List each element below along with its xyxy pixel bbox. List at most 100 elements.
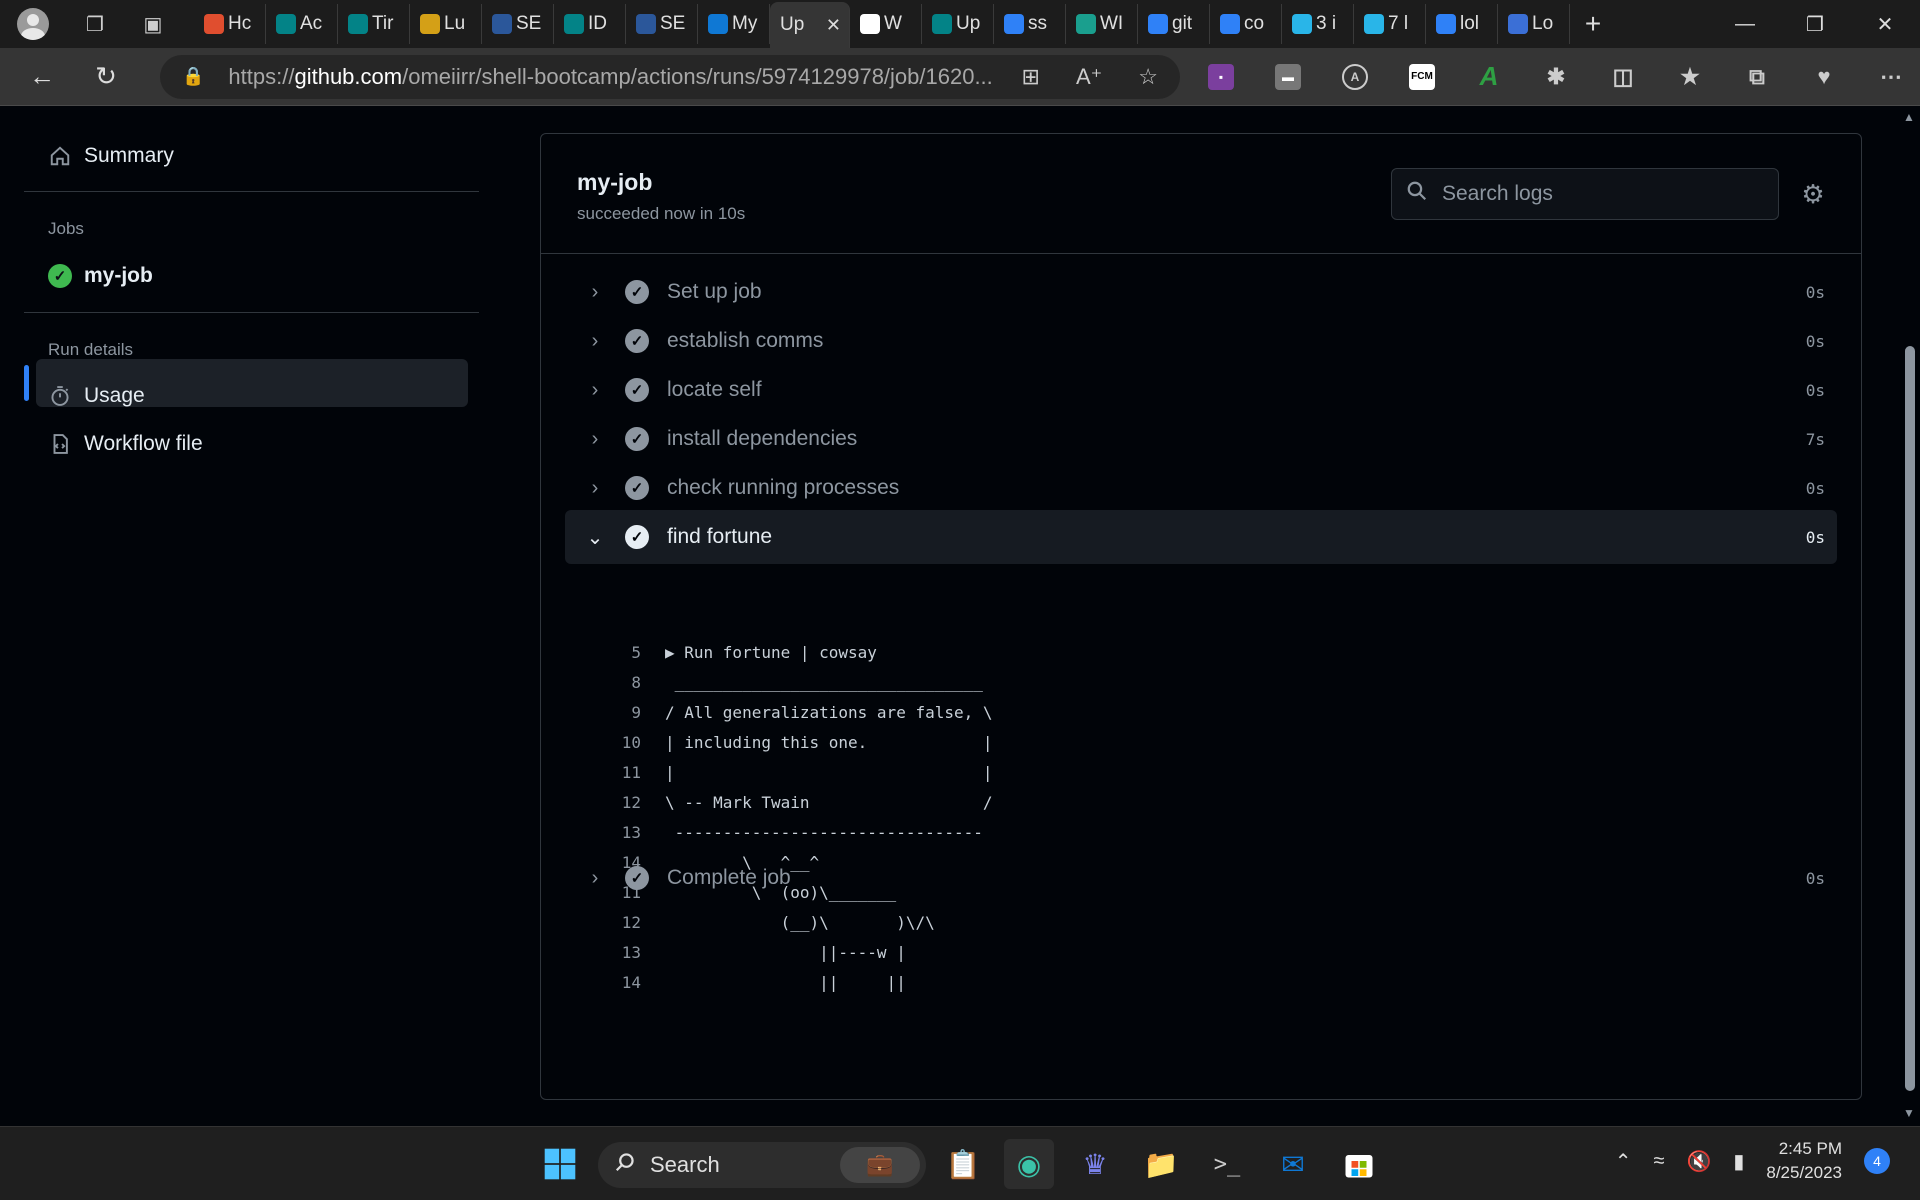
log-line-number[interactable]: 12 bbox=[601, 913, 641, 932]
browser-tab[interactable]: Up ✕ bbox=[770, 2, 850, 48]
chevron-right-icon[interactable]: › bbox=[583, 330, 607, 353]
battery-icon[interactable]: ▮ bbox=[1733, 1149, 1744, 1174]
sidebar-job-item[interactable]: ✓ my-job bbox=[48, 264, 153, 288]
read-aloud-icon[interactable]: A⁺ bbox=[1076, 64, 1102, 90]
back-button[interactable]: ← bbox=[10, 48, 74, 106]
favorite-star-icon[interactable]: ☆ bbox=[1138, 64, 1158, 90]
browser-tab[interactable]: Hc bbox=[194, 4, 266, 44]
taskbar-search[interactable]: Search 💼 bbox=[598, 1142, 926, 1188]
extension-purple-icon[interactable]: ▪ bbox=[1208, 63, 1234, 90]
edge-browser-icon[interactable]: ◉ bbox=[1004, 1139, 1054, 1189]
outlook-icon[interactable]: ✉ bbox=[1268, 1139, 1318, 1189]
browser-tab-label: ID bbox=[588, 13, 607, 34]
step-row[interactable]: › ✓ locate self 0s bbox=[565, 363, 1837, 417]
scroll-up-arrow-icon[interactable]: ▲ bbox=[1903, 110, 1915, 124]
collections-icon[interactable]: ⧉ bbox=[1744, 64, 1770, 90]
address-bar[interactable]: 🔒 https://github.com/omeiirr/shell-bootc… bbox=[160, 54, 1180, 99]
app-available-icon[interactable]: ⊞ bbox=[1022, 64, 1040, 90]
wifi-icon[interactable]: ≈ bbox=[1653, 1150, 1664, 1173]
browser-tab[interactable]: SE bbox=[626, 4, 698, 44]
teams-icon[interactable]: ♛ bbox=[1070, 1139, 1120, 1189]
notepad-icon[interactable]: 📋 bbox=[938, 1139, 988, 1189]
log-line-number[interactable]: 11 bbox=[601, 883, 641, 902]
browser-tab[interactable]: Up bbox=[922, 4, 994, 44]
browser-tab[interactable]: WI bbox=[1066, 4, 1138, 44]
log-line-text: \ -- Mark Twain / bbox=[665, 792, 993, 812]
url-host: github.com bbox=[294, 63, 403, 89]
browser-tab[interactable]: git bbox=[1138, 4, 1210, 44]
workspaces-icon[interactable]: ❐ bbox=[66, 0, 124, 48]
terminal-icon[interactable]: >_ bbox=[1202, 1139, 1252, 1189]
browser-tab[interactable]: 3 i bbox=[1282, 4, 1354, 44]
log-line-number[interactable]: 14 bbox=[601, 853, 641, 872]
chevron-right-icon[interactable]: › bbox=[583, 379, 607, 402]
favorites-icon[interactable]: ★ bbox=[1677, 64, 1703, 90]
step-row[interactable]: ⌄ ✓ find fortune 0s bbox=[565, 510, 1837, 564]
log-line-number[interactable]: 8 bbox=[601, 673, 641, 692]
close-tab-icon[interactable]: ✕ bbox=[826, 15, 841, 36]
extensions-puzzle-icon[interactable]: ✱ bbox=[1543, 64, 1569, 90]
scroll-down-arrow-icon[interactable]: ▼ bbox=[1903, 1106, 1915, 1120]
chevron-up-icon[interactable]: ⌃ bbox=[1615, 1149, 1632, 1174]
browser-tab[interactable]: ID bbox=[554, 4, 626, 44]
extension-green-a-icon[interactable]: A bbox=[1476, 61, 1502, 91]
log-line-number[interactable]: 13 bbox=[601, 943, 641, 962]
log-line-number[interactable]: 12 bbox=[601, 793, 641, 812]
browser-tab[interactable]: W bbox=[850, 4, 922, 44]
file-explorer-icon[interactable]: 📁 bbox=[1136, 1139, 1186, 1189]
log-line-number[interactable]: 9 bbox=[601, 703, 641, 722]
close-window-button[interactable]: ✕ bbox=[1850, 0, 1920, 48]
step-row[interactable]: › ✓ establish comms 0s bbox=[565, 314, 1837, 368]
step-row[interactable]: › ✓ install dependencies 7s bbox=[565, 412, 1837, 466]
scrollbar-thumb[interactable] bbox=[1905, 346, 1915, 1091]
search-logs-input[interactable] bbox=[1442, 182, 1742, 206]
restore-button[interactable]: ❐ bbox=[1780, 0, 1850, 48]
extension-grey-icon[interactable]: ▬ bbox=[1275, 63, 1301, 90]
browser-tab[interactable]: Tir bbox=[338, 4, 410, 44]
browser-tab[interactable]: lol bbox=[1426, 4, 1498, 44]
browser-toolbar: ← ↻ 🔒 https://github.com/omeiirr/shell-b… bbox=[0, 48, 1920, 106]
taskbar-clock[interactable]: 2:45 PM 8/25/2023 bbox=[1766, 1137, 1842, 1185]
search-logs-box[interactable] bbox=[1391, 168, 1779, 220]
page-scrollbar[interactable]: ▲ ▼ bbox=[1900, 106, 1920, 1126]
extension-fcm-icon[interactable]: FCM bbox=[1409, 63, 1435, 90]
log-line[interactable]: 5 ▶ Run fortune | cowsay bbox=[601, 637, 1801, 667]
more-menu-icon[interactable]: ⋯ bbox=[1878, 64, 1904, 90]
chevron-right-icon[interactable]: › bbox=[583, 281, 607, 304]
browser-tab[interactable]: My bbox=[698, 4, 770, 44]
step-row[interactable]: › ✓ Set up job 0s bbox=[565, 265, 1837, 319]
log-line-number[interactable]: 11 bbox=[601, 763, 641, 782]
browser-tab[interactable]: SE bbox=[482, 4, 554, 44]
refresh-button[interactable]: ↻ bbox=[74, 48, 138, 106]
log-line-number[interactable]: 5 bbox=[601, 643, 641, 662]
chevron-down-icon[interactable]: ⌄ bbox=[583, 525, 607, 550]
chevron-right-icon[interactable]: › bbox=[583, 477, 607, 500]
sidebar-workflow-file-link[interactable]: Workflow file bbox=[48, 432, 203, 456]
new-tab-button[interactable]: + bbox=[1570, 4, 1616, 44]
microsoft-store-icon[interactable] bbox=[1334, 1139, 1384, 1189]
volume-muted-icon[interactable]: 🔇 bbox=[1686, 1149, 1711, 1174]
browser-essentials-icon[interactable]: ♥ bbox=[1811, 64, 1837, 90]
browser-tab[interactable]: Ac bbox=[266, 4, 338, 44]
browser-tab[interactable]: ss bbox=[994, 4, 1066, 44]
browser-tab[interactable]: Lu bbox=[410, 4, 482, 44]
sidebar-usage-link[interactable]: Usage bbox=[48, 384, 145, 408]
tab-actions-icon[interactable]: ▣ bbox=[124, 0, 182, 48]
log-line: 14 \ ^__^ bbox=[601, 847, 1801, 877]
profile-button[interactable] bbox=[0, 0, 66, 48]
chevron-right-icon[interactable]: › bbox=[583, 428, 607, 451]
log-line-number[interactable]: 14 bbox=[601, 973, 641, 992]
browser-tab[interactable]: co bbox=[1210, 4, 1282, 44]
start-button[interactable] bbox=[535, 1139, 585, 1189]
step-row[interactable]: › ✓ check running processes 0s bbox=[565, 461, 1837, 515]
browser-tab[interactable]: Lo bbox=[1498, 4, 1570, 44]
sidebar-summary-link[interactable]: Summary bbox=[48, 144, 174, 168]
log-line-number[interactable]: 10 bbox=[601, 733, 641, 752]
notification-badge[interactable]: 4 bbox=[1864, 1148, 1890, 1174]
browser-tab[interactable]: 7 l bbox=[1354, 4, 1426, 44]
gear-icon[interactable]: ⚙ bbox=[1799, 179, 1827, 209]
log-line-number[interactable]: 13 bbox=[601, 823, 641, 842]
minimize-button[interactable]: — bbox=[1710, 0, 1780, 48]
extension-circle-icon[interactable]: A bbox=[1342, 63, 1368, 90]
split-screen-icon[interactable]: ◫ bbox=[1610, 64, 1636, 90]
